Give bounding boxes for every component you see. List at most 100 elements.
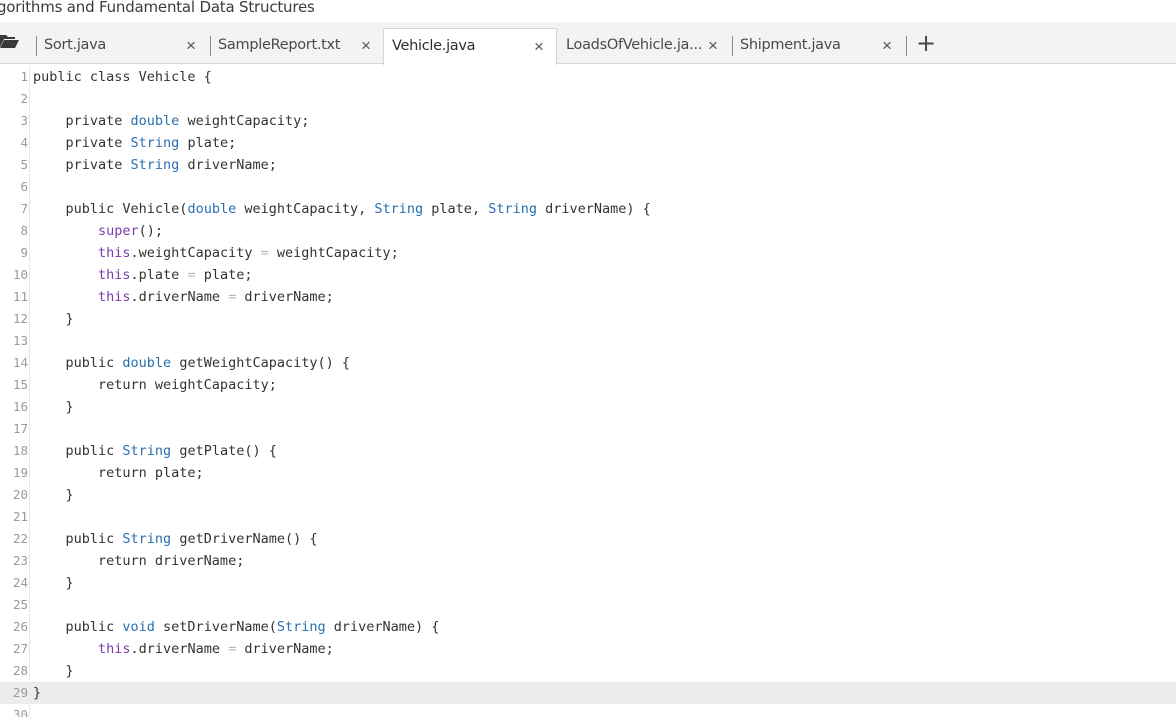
code-text: this.driverName = driverName; [98, 641, 334, 657]
code-text: } [33, 311, 74, 327]
code-text: this.weightCapacity = weightCapacity; [98, 245, 399, 261]
line-number: 20 [12, 487, 28, 502]
code-line[interactable]: 21 [0, 506, 1176, 528]
tab-label: Shipment.java [740, 37, 841, 53]
code-line[interactable]: 9 this.weightCapacity = weightCapacity; [0, 242, 1176, 264]
line-number: 12 [12, 311, 28, 326]
window-title: lgorithms and Fundamental Data Structure… [0, 0, 315, 16]
line-number: 16 [12, 399, 28, 414]
code-line[interactable]: 22 public String getDriverName() { [0, 528, 1176, 550]
code-text: public class Vehicle { [33, 69, 212, 85]
code-text: private double weightCapacity; [33, 113, 310, 129]
code-line[interactable]: 28 } [0, 660, 1176, 682]
tab-samplereport-txt[interactable]: SampleReport.txt × [210, 28, 383, 64]
line-number: 7 [20, 201, 28, 216]
code-text: return driverName; [33, 553, 245, 569]
tab-label: SampleReport.txt [218, 37, 341, 53]
line-number: 29 [12, 685, 28, 700]
code-line[interactable]: 5 private String driverName; [0, 154, 1176, 176]
close-icon[interactable]: × [880, 36, 894, 55]
code-line[interactable]: 13 [0, 330, 1176, 352]
tab-vehicle-java[interactable]: Vehicle.java × [383, 28, 557, 65]
line-number: 5 [20, 157, 28, 172]
code-line[interactable]: 1 public class Vehicle { [0, 66, 1176, 88]
code-text: super(); [98, 223, 164, 239]
tab-label: Sort.java [44, 37, 107, 53]
code-line[interactable]: 17 [0, 418, 1176, 440]
code-text: private String plate; [33, 135, 237, 151]
line-number: 8 [20, 223, 28, 238]
line-number: 11 [12, 289, 28, 304]
line-number: 9 [20, 245, 28, 260]
line-number: 22 [12, 531, 28, 546]
line-number: 21 [12, 509, 28, 524]
code-text: } [33, 575, 74, 591]
code-text: return weightCapacity; [33, 377, 277, 393]
line-number: 1 [20, 69, 28, 84]
code-lines: 1 public class Vehicle {2 3 private double… [0, 66, 1176, 717]
folder-open-icon [0, 33, 20, 54]
title-bar: lgorithms and Fundamental Data Structure… [0, 0, 1176, 22]
line-number: 24 [12, 575, 28, 590]
code-text: } [33, 399, 74, 415]
code-line[interactable]: 7 public Vehicle(double weightCapacity, … [0, 198, 1176, 220]
code-line[interactable]: 27 this.driverName = driverName; [0, 638, 1176, 660]
code-line[interactable]: 10 this.plate = plate; [0, 264, 1176, 286]
code-text: this.driverName = driverName; [98, 289, 334, 305]
folder-button[interactable] [0, 28, 28, 58]
code-text: public String getPlate() { [33, 443, 277, 459]
code-text: public Vehicle(double weightCapacity, St… [33, 201, 651, 217]
line-number: 27 [12, 641, 28, 656]
line-number: 25 [12, 597, 28, 612]
line-number: 17 [12, 421, 28, 436]
add-tab-button[interactable]: + [906, 28, 946, 58]
tab-label: Vehicle.java [392, 38, 476, 54]
code-line[interactable]: 16 } [0, 396, 1176, 418]
code-line[interactable]: 12 } [0, 308, 1176, 330]
tab-loadsofvehicle-java[interactable]: LoadsOfVehicle.ja... × [558, 28, 730, 64]
code-line[interactable]: 20 } [0, 484, 1176, 506]
code-text: } [33, 663, 74, 679]
code-line[interactable]: 30 [0, 704, 1176, 717]
code-text: this.plate = plate; [98, 267, 253, 283]
code-line[interactable]: 15 return weightCapacity; [0, 374, 1176, 396]
code-line[interactable]: 23 return driverName; [0, 550, 1176, 572]
code-line[interactable]: 24 } [0, 572, 1176, 594]
code-text: } [33, 685, 42, 701]
code-line[interactable]: 19 return plate; [0, 462, 1176, 484]
line-number: 18 [12, 443, 28, 458]
tab-label: LoadsOfVehicle.ja... [566, 37, 703, 53]
line-number: 6 [20, 179, 28, 194]
close-icon[interactable]: × [184, 36, 198, 55]
line-number: 10 [12, 267, 28, 282]
code-line[interactable]: 14 public double getWeightCapacity() { [0, 352, 1176, 374]
line-number: 13 [12, 333, 28, 348]
code-line[interactable]: 29} [0, 682, 1176, 704]
code-line[interactable]: 26 public void setDriverName(String driv… [0, 616, 1176, 638]
code-line[interactable]: 4 private String plate; [0, 132, 1176, 154]
code-line[interactable]: 2 [0, 88, 1176, 110]
code-line[interactable]: 18 public String getPlate() { [0, 440, 1176, 462]
tab-shipment-java[interactable]: Shipment.java × [732, 28, 904, 64]
close-icon[interactable]: × [532, 37, 546, 56]
line-number: 26 [12, 619, 28, 634]
code-line[interactable]: 6 [0, 176, 1176, 198]
close-icon[interactable]: × [706, 36, 720, 55]
line-number: 23 [12, 553, 28, 568]
code-text: return plate; [33, 465, 204, 481]
line-number: 14 [12, 355, 28, 370]
code-text: private String driverName; [33, 157, 277, 173]
code-line[interactable]: 8 super(); [0, 220, 1176, 242]
tab-separator [36, 36, 37, 56]
line-number: 2 [20, 91, 28, 106]
tab-separator [732, 36, 733, 56]
tab-sort-java[interactable]: Sort.java × [36, 28, 208, 64]
close-icon[interactable]: × [359, 36, 373, 55]
code-editor[interactable]: 1 public class Vehicle {2 3 private double… [0, 66, 1176, 717]
code-text: public String getDriverName() { [33, 531, 318, 547]
code-line[interactable]: 25 [0, 594, 1176, 616]
line-number: 4 [20, 135, 28, 150]
code-line[interactable]: 11 this.driverName = driverName; [0, 286, 1176, 308]
code-line[interactable]: 3 private double weightCapacity; [0, 110, 1176, 132]
line-number: 28 [12, 663, 28, 678]
